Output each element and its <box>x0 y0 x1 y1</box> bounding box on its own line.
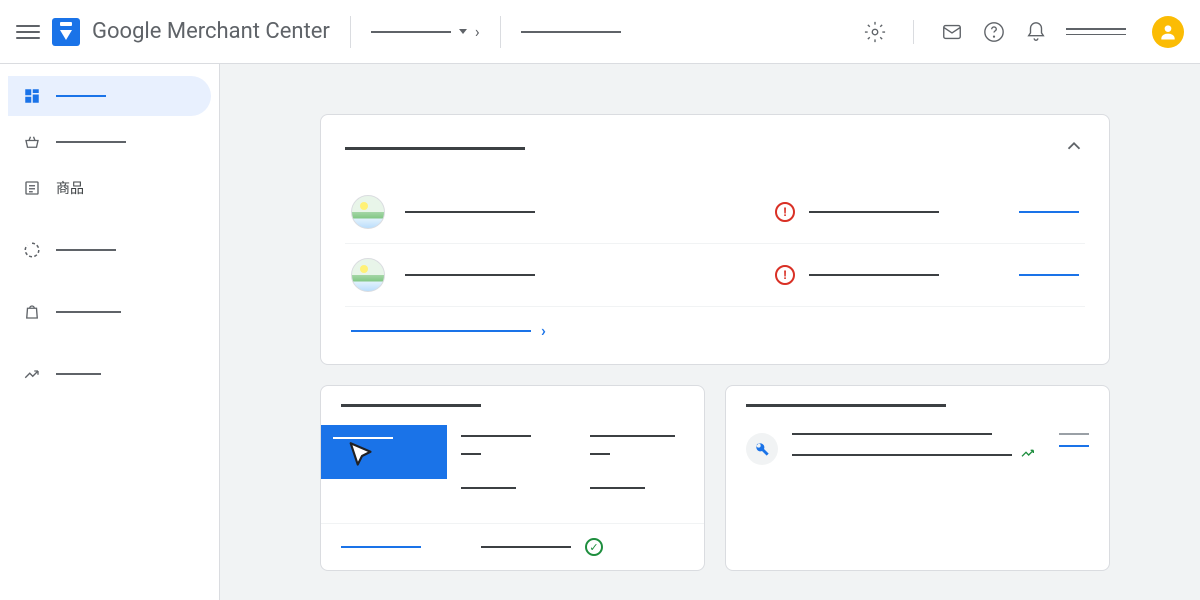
account-selector[interactable]: › <box>371 22 480 41</box>
feed-status <box>809 274 939 276</box>
stats-label <box>481 546 571 548</box>
stat-column <box>576 425 705 465</box>
sidebar-item-label <box>56 141 126 143</box>
chevron-right-icon: › <box>541 321 546 340</box>
notifications-icon[interactable] <box>1024 20 1048 44</box>
collapse-icon[interactable] <box>1063 135 1085 161</box>
divider <box>350 16 351 48</box>
shopping-bag-icon <box>22 302 42 322</box>
dashboard-icon <box>22 86 42 106</box>
feed-name <box>405 211 535 213</box>
main-content: ! ! › <box>220 64 1200 600</box>
basket-icon <box>22 132 42 152</box>
list-icon <box>22 178 42 198</box>
feed-status <box>809 211 939 213</box>
feed-thumbnail <box>351 195 385 229</box>
cursor-icon <box>345 439 379 473</box>
feed-action-link[interactable] <box>1019 211 1079 213</box>
feed-name <box>405 274 535 276</box>
user-avatar[interactable] <box>1152 16 1184 48</box>
stat-column <box>447 479 576 513</box>
stats-link[interactable] <box>341 546 421 548</box>
stat-column <box>576 479 705 513</box>
sidebar-item-label <box>56 249 116 251</box>
feed-thumbnail <box>351 258 385 292</box>
check-icon: ✓ <box>585 538 603 556</box>
divider <box>913 20 914 44</box>
insight-action-link[interactable] <box>1059 445 1089 447</box>
menu-icon[interactable] <box>16 20 40 44</box>
stats-card: ✓ <box>320 385 705 571</box>
stat-highlight[interactable] <box>321 425 447 479</box>
header: Google Merchant Center › <box>0 0 1200 64</box>
sidebar-item-orders[interactable] <box>8 122 211 162</box>
sidebar-item-growth[interactable] <box>8 354 211 394</box>
card-title <box>341 404 481 407</box>
sidebar-item-products[interactable]: 商品 <box>8 168 211 208</box>
feeds-card: ! ! › <box>320 114 1110 365</box>
chevron-right-icon: › <box>475 22 480 41</box>
trend-icon <box>22 364 42 384</box>
user-name <box>1066 28 1126 35</box>
error-icon: ! <box>775 202 795 222</box>
sidebar-item-label <box>56 311 121 313</box>
merchant-center-logo <box>52 18 80 46</box>
mail-icon[interactable] <box>940 20 964 44</box>
sidebar: 商品 <box>0 64 220 600</box>
app-title: Google Merchant Center <box>92 19 330 44</box>
wrench-icon <box>746 433 778 465</box>
divider <box>500 16 501 48</box>
feed-action-link[interactable] <box>1019 274 1079 276</box>
store-name <box>521 31 621 33</box>
sidebar-item-label: 商品 <box>56 178 84 198</box>
card-title <box>746 404 946 407</box>
insight-meta <box>1059 433 1089 435</box>
insight-text-line <box>792 454 1012 456</box>
feed-row[interactable]: ! <box>345 181 1085 244</box>
insights-card <box>725 385 1110 571</box>
sidebar-item-marketing[interactable] <box>8 292 211 332</box>
settings-icon[interactable] <box>863 20 887 44</box>
feed-row[interactable]: ! <box>345 244 1085 307</box>
progress-icon <box>22 240 42 260</box>
sidebar-item-label <box>56 95 106 97</box>
sidebar-item-performance[interactable] <box>8 230 211 270</box>
chevron-down-icon <box>459 29 467 34</box>
view-all-feeds-link[interactable]: › <box>345 307 1085 344</box>
trend-up-icon <box>1020 445 1036 465</box>
insight-row[interactable] <box>726 425 1109 485</box>
help-icon[interactable] <box>982 20 1006 44</box>
insight-text-line <box>792 433 992 435</box>
stat-column <box>447 425 576 465</box>
sidebar-item-overview[interactable] <box>8 76 211 116</box>
card-title <box>345 147 525 150</box>
sidebar-item-label <box>56 373 101 375</box>
error-icon: ! <box>775 265 795 285</box>
